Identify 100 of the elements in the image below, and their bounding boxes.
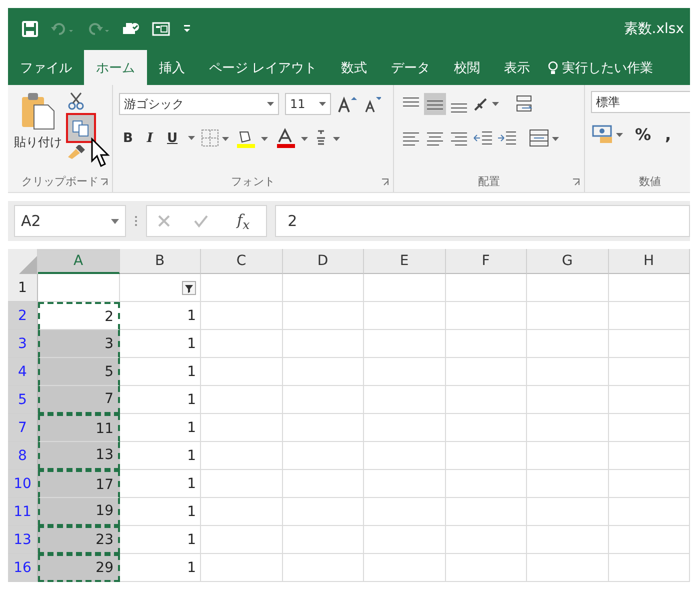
table-cell[interactable]: 1: [120, 526, 201, 554]
row-header[interactable]: 13: [8, 526, 38, 554]
bold-button[interactable]: B: [119, 128, 137, 148]
form-icon[interactable]: [152, 21, 170, 37]
column-header[interactable]: F: [446, 249, 527, 274]
table-cell[interactable]: [201, 358, 282, 386]
table-cell[interactable]: 1: [120, 554, 201, 582]
row-header[interactable]: 1: [8, 274, 38, 302]
table-cell[interactable]: [282, 498, 364, 526]
table-cell[interactable]: 1: [120, 498, 201, 526]
currency-icon[interactable]: [591, 123, 625, 145]
row-header[interactable]: 16: [8, 554, 38, 582]
cancel-icon[interactable]: [157, 214, 171, 228]
table-cell[interactable]: [282, 274, 364, 302]
table-cell[interactable]: 11: [38, 414, 120, 442]
tell-me-field[interactable]: 実行したい作業: [562, 58, 654, 76]
table-cell[interactable]: [201, 274, 282, 302]
table-cell[interactable]: [364, 358, 446, 386]
table-cell[interactable]: [608, 470, 690, 498]
table-cell[interactable]: [282, 330, 364, 358]
table-cell[interactable]: [527, 414, 608, 442]
table-cell[interactable]: 1: [120, 358, 201, 386]
table-cell[interactable]: [527, 302, 608, 330]
table-cell[interactable]: 3: [38, 330, 120, 358]
table-cell[interactable]: [282, 358, 364, 386]
middle-align-icon[interactable]: [424, 93, 446, 115]
table-cell[interactable]: [446, 470, 527, 498]
table-cell[interactable]: [608, 498, 690, 526]
table-cell[interactable]: [364, 554, 446, 582]
redo-icon[interactable]: [86, 21, 110, 37]
table-cell[interactable]: [364, 330, 446, 358]
font-size-dropdown[interactable]: 11: [285, 93, 331, 115]
table-cell[interactable]: [201, 554, 282, 582]
table-cell[interactable]: [608, 526, 690, 554]
table-cell[interactable]: [608, 554, 690, 582]
filter-icon[interactable]: [182, 280, 196, 294]
merge-center-icon[interactable]: [528, 127, 560, 149]
underline-button[interactable]: U: [163, 128, 182, 148]
save-icon[interactable]: [22, 21, 38, 37]
table-cell[interactable]: [201, 386, 282, 414]
table-cell[interactable]: [201, 526, 282, 554]
table-cell[interactable]: [120, 274, 201, 302]
table-cell[interactable]: 1: [120, 330, 201, 358]
table-cell[interactable]: [446, 302, 527, 330]
ribbon-tab[interactable]: ファイル: [8, 50, 84, 85]
column-header[interactable]: G: [527, 249, 608, 274]
number-format-dropdown[interactable]: 標準: [591, 91, 690, 113]
dropdown-icon[interactable]: [267, 102, 274, 106]
table-cell[interactable]: [608, 358, 690, 386]
ribbon-tab[interactable]: データ: [379, 50, 442, 85]
table-cell[interactable]: [282, 470, 364, 498]
row-header[interactable]: 5: [8, 386, 38, 414]
table-cell[interactable]: [446, 330, 527, 358]
ribbon-tab[interactable]: 挿入: [147, 50, 197, 85]
table-cell[interactable]: [364, 498, 446, 526]
table-cell[interactable]: [282, 414, 364, 442]
launcher-icon[interactable]: [381, 178, 389, 186]
column-header[interactable]: C: [201, 249, 282, 274]
column-header[interactable]: E: [364, 249, 446, 274]
table-cell[interactable]: [282, 302, 364, 330]
table-cell[interactable]: [446, 358, 527, 386]
row-header[interactable]: 7: [8, 414, 38, 442]
format-painter-icon[interactable]: [66, 145, 86, 159]
enter-icon[interactable]: [193, 214, 209, 228]
grip-icon[interactable]: [134, 214, 138, 228]
column-header[interactable]: B: [120, 249, 201, 274]
dropdown-icon[interactable]: [111, 218, 119, 224]
column-header[interactable]: D: [282, 249, 364, 274]
printer-icon[interactable]: [122, 21, 140, 37]
table-cell[interactable]: [446, 498, 527, 526]
name-box[interactable]: A2: [14, 205, 126, 237]
table-cell[interactable]: [527, 274, 608, 302]
table-cell[interactable]: [446, 386, 527, 414]
table-cell[interactable]: [608, 386, 690, 414]
table-cell[interactable]: [527, 470, 608, 498]
launcher-icon[interactable]: [100, 178, 108, 186]
table-cell[interactable]: [446, 414, 527, 442]
table-cell[interactable]: [201, 442, 282, 470]
table-cell[interactable]: 23: [38, 526, 120, 554]
row-header[interactable]: 10: [8, 470, 38, 498]
row-header[interactable]: 2: [8, 302, 38, 330]
table-cell[interactable]: [446, 442, 527, 470]
table-cell[interactable]: [527, 526, 608, 554]
table-cell[interactable]: [608, 442, 690, 470]
table-cell[interactable]: [201, 414, 282, 442]
ribbon-tab[interactable]: 校閲: [442, 50, 492, 85]
table-cell[interactable]: [282, 442, 364, 470]
table-cell[interactable]: [364, 470, 446, 498]
table-cell[interactable]: 1: [120, 442, 201, 470]
dropdown-icon[interactable]: [188, 136, 195, 140]
dropdown-icon[interactable]: [319, 102, 326, 106]
table-cell[interactable]: 1: [120, 470, 201, 498]
undo-icon[interactable]: [50, 21, 74, 37]
table-cell[interactable]: [446, 526, 527, 554]
table-cell[interactable]: [201, 470, 282, 498]
borders-icon[interactable]: [200, 129, 229, 147]
table-cell[interactable]: 1: [120, 386, 201, 414]
ribbon-tab[interactable]: ページ レイアウト: [197, 50, 330, 85]
column-header[interactable]: H: [608, 249, 690, 274]
row-header[interactable]: 11: [8, 498, 38, 526]
